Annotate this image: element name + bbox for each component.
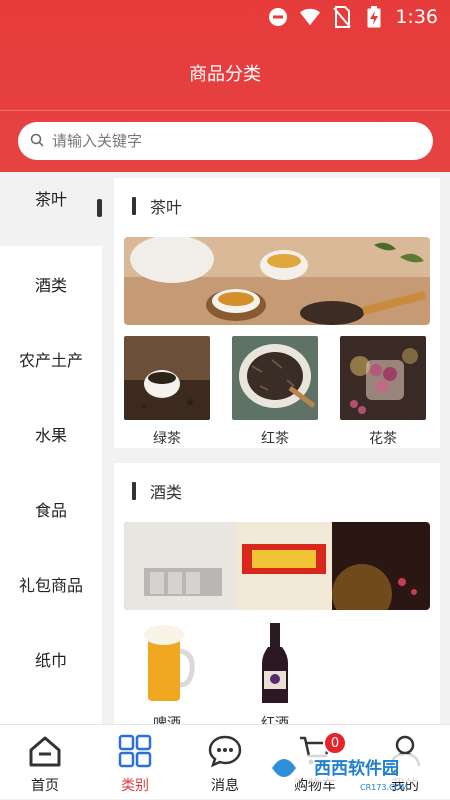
sidebar-item-noodles[interactable]: 粉条: [0, 696, 102, 724]
section-card-tea: 茶叶 绿茶 红茶 花茶: [114, 178, 440, 448]
status-time: 1:36: [395, 6, 438, 28]
chat-bubble-icon: [207, 733, 243, 769]
sidebar-item-label: 水果: [34, 425, 67, 445]
wifi-icon: [299, 6, 321, 28]
category-content: 茶叶 绿茶 红茶 花茶 酒类 啤酒 红酒: [102, 172, 450, 724]
search-icon: [30, 132, 44, 151]
beer-image: [124, 621, 210, 705]
tea-banner-image[interactable]: [124, 237, 430, 325]
search-bar[interactable]: [18, 122, 433, 160]
section-card-liquor: 酒类 啤酒 红酒: [114, 463, 440, 724]
section-title-text: 酒类: [150, 483, 183, 502]
battery-charging-icon: [363, 6, 385, 28]
category-sidebar: 茶叶 酒类 农产土产 水果 食品 礼包商品 纸巾 粉条: [0, 172, 102, 724]
header-divider: [0, 110, 450, 111]
black-tea-image: [232, 336, 318, 420]
sidebar-item-label: 茶叶: [34, 190, 67, 209]
section-title: 酒类: [114, 463, 440, 519]
category-grid-icon: [117, 733, 153, 769]
sidebar-item-label: 纸巾: [34, 650, 67, 670]
product-label: 花茶: [369, 431, 397, 447]
tab-category[interactable]: 类别: [90, 725, 180, 799]
liquor-product-list: 啤酒 红酒: [124, 621, 340, 724]
product-black-tea[interactable]: 红茶: [232, 336, 318, 448]
sidebar-item-label: 礼包商品: [18, 575, 83, 595]
title-bar: [132, 197, 136, 215]
sidebar-item-tea[interactable]: 茶叶: [0, 172, 102, 246]
section-title: 茶叶: [114, 178, 440, 234]
watermark-url: CR173.COM: [360, 783, 408, 792]
sidebar-item-label: 酒类: [34, 275, 67, 295]
sidebar-item-food[interactable]: 食品: [0, 471, 102, 546]
home-icon: [27, 733, 63, 769]
sidebar-item-gift-packs[interactable]: 礼包商品: [0, 546, 102, 621]
tab-messages[interactable]: 消息: [180, 725, 270, 799]
product-label: 红茶: [261, 431, 289, 447]
tab-label: 首页: [31, 778, 59, 794]
watermark-logo: 西西软件园 CR173.COM: [258, 740, 438, 796]
sidebar-item-farm-products[interactable]: 农产土产: [0, 321, 102, 396]
sidebar-item-liquor[interactable]: 酒类: [0, 246, 102, 321]
product-label: 绿茶: [153, 431, 181, 447]
section-title-text: 茶叶: [150, 198, 183, 217]
sidebar-item-label: 食品: [34, 500, 67, 520]
sidebar-item-fruit[interactable]: 水果: [0, 396, 102, 471]
tab-home[interactable]: 首页: [0, 725, 90, 799]
red-wine-image: [232, 621, 318, 705]
sidebar-item-tissue[interactable]: 纸巾: [0, 621, 102, 696]
tab-label: 消息: [211, 778, 239, 794]
search-input[interactable]: [52, 132, 392, 150]
liquor-banner-image[interactable]: [124, 522, 430, 610]
no-sim-icon: [331, 6, 353, 28]
tea-product-list: 绿茶 红茶 花茶: [124, 336, 448, 448]
watermark-text: 西西软件园: [314, 758, 399, 779]
product-label: 啤酒: [153, 716, 181, 724]
product-label: 红酒: [261, 716, 289, 724]
title-bar: [132, 482, 136, 500]
product-flower-tea[interactable]: 花茶: [340, 336, 426, 448]
header-background: 1:36 商品分类: [0, 0, 450, 172]
sidebar-item-label: 农产土产: [18, 350, 83, 370]
do-not-disturb-icon: [267, 6, 289, 28]
status-bar: 1:36: [0, 0, 450, 38]
product-beer[interactable]: 啤酒: [124, 621, 210, 724]
tab-label: 类别: [121, 778, 149, 794]
product-green-tea[interactable]: 绿茶: [124, 336, 210, 448]
green-tea-image: [124, 336, 210, 420]
flower-tea-image: [340, 336, 426, 420]
page-title: 商品分类: [189, 64, 261, 85]
product-red-wine[interactable]: 红酒: [232, 621, 318, 724]
